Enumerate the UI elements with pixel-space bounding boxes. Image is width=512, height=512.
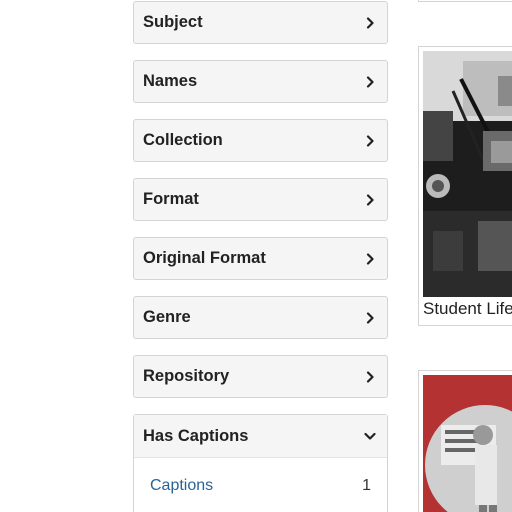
chevron-right-icon xyxy=(363,134,377,148)
result-card[interactable] xyxy=(418,370,512,512)
chevron-down-icon xyxy=(363,429,377,443)
facet-label: Subject xyxy=(143,13,203,31)
facet-repository[interactable]: Repository xyxy=(133,355,388,398)
facet-label: Genre xyxy=(143,308,191,326)
facet-value-captions-link[interactable]: Captions xyxy=(150,477,213,495)
facet-label: Format xyxy=(143,190,199,208)
facet-label: Collection xyxy=(143,131,223,149)
chevron-right-icon xyxy=(363,75,377,89)
facet-label: Repository xyxy=(143,367,230,385)
facet-format[interactable]: Format xyxy=(133,178,388,221)
facet-label: Has Captions xyxy=(143,426,249,445)
result-card-previous xyxy=(418,0,512,2)
facet-has-captions-header[interactable]: Has Captions xyxy=(134,415,387,458)
result-thumbnail[interactable] xyxy=(423,51,512,297)
facet-value-count: 1 xyxy=(362,477,371,494)
result-card[interactable]: Student Life xyxy=(418,46,512,326)
facet-label: Original Format xyxy=(143,249,266,267)
facet-value-row: Captions 1 xyxy=(134,458,387,512)
chevron-right-icon xyxy=(363,16,377,30)
chevron-right-icon xyxy=(363,193,377,207)
chevron-right-icon xyxy=(363,311,377,325)
chevron-right-icon xyxy=(363,252,377,266)
facet-collection[interactable]: Collection xyxy=(133,119,388,162)
chevron-right-icon xyxy=(363,370,377,384)
facet-label: Names xyxy=(143,72,198,90)
facet-subject[interactable]: Subject xyxy=(133,1,388,44)
facet-genre[interactable]: Genre xyxy=(133,296,388,339)
facet-has-captions: Has Captions Captions 1 xyxy=(133,414,388,512)
facet-names[interactable]: Names xyxy=(133,60,388,103)
facet-original-format[interactable]: Original Format xyxy=(133,237,388,280)
result-caption[interactable]: Student Life xyxy=(423,299,512,319)
result-thumbnail[interactable] xyxy=(423,375,512,512)
